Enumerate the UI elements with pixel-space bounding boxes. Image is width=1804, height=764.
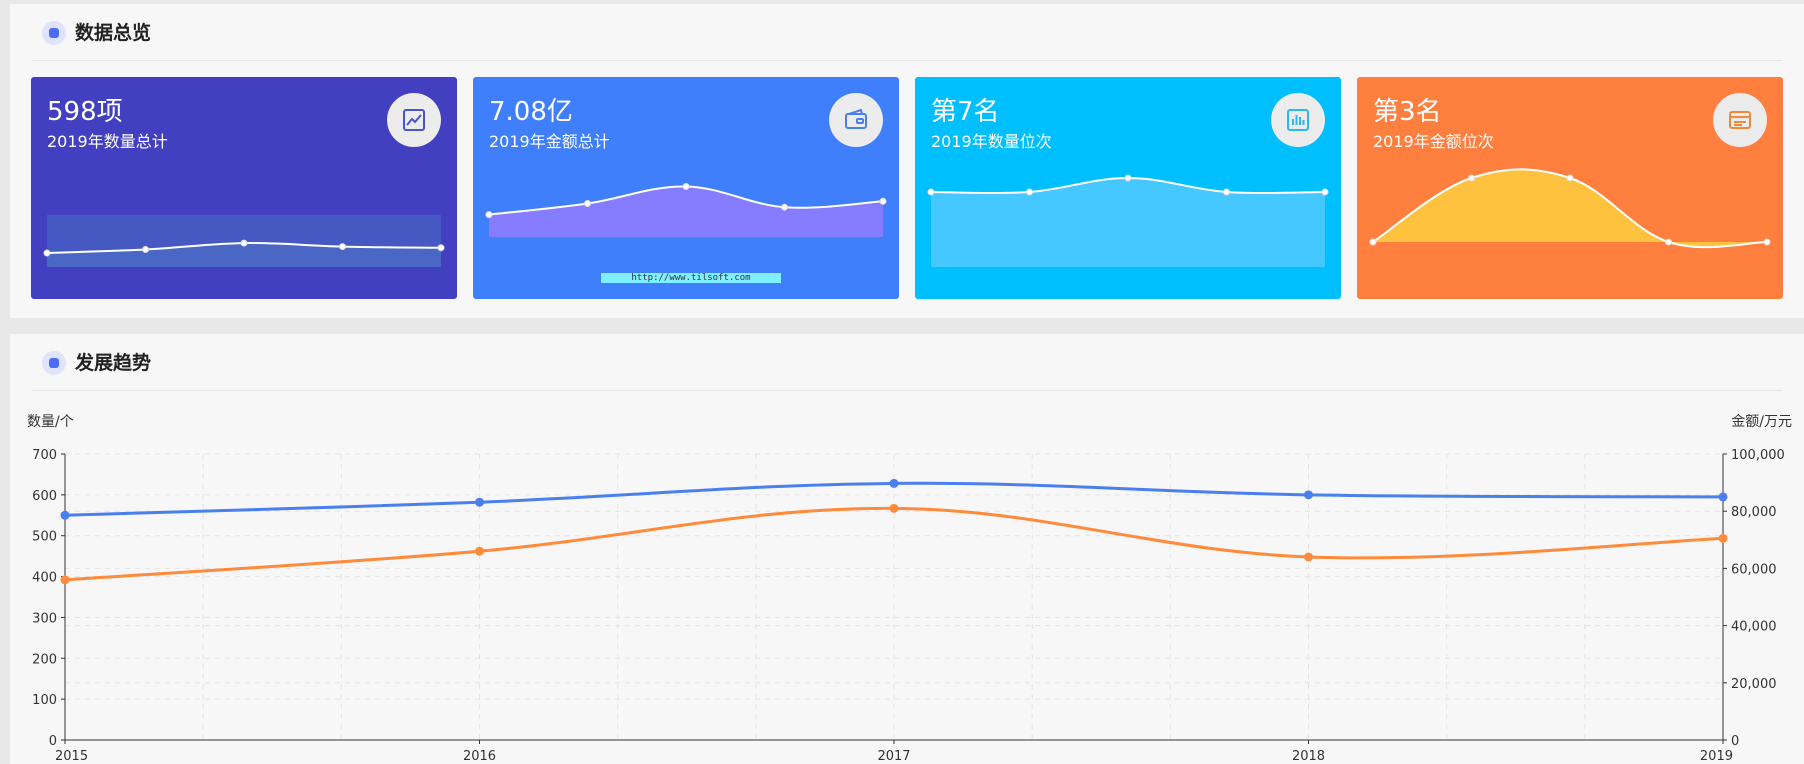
series-1-point <box>475 546 484 556</box>
sparkline-point <box>1566 174 1574 182</box>
panel-title: 数据总览 <box>75 22 152 44</box>
y-right-tick-label: 100,000 <box>1731 448 1785 463</box>
sparkline-point <box>43 249 51 257</box>
card-subtitle: 2019年金额总计 <box>489 132 610 151</box>
series-0-point <box>60 510 70 520</box>
y-axis-left-label: 数量/个 <box>27 414 74 430</box>
sparkline-area <box>931 178 1325 267</box>
card-value: 第3名 <box>1373 97 1442 127</box>
sparkline-point <box>437 244 445 252</box>
x-tick-label: 2017 <box>877 749 910 764</box>
x-tick-label: 2018 <box>1292 749 1325 764</box>
sparkline-point <box>1763 238 1771 246</box>
sparkline-point <box>781 203 788 211</box>
card-subtitle: 2019年数量位次 <box>931 132 1052 151</box>
card-value: 7.08亿 <box>489 97 573 127</box>
sparkline-point <box>240 239 248 247</box>
y-left-tick-label: 500 <box>32 530 57 545</box>
card-value: 第7名 <box>931 97 1000 127</box>
development-trend-panel: 发展趋势 数量/个 金额/万元 0 100 200 300 400 500 600 700 0 20,… <box>10 334 1804 764</box>
wallet-icon[interactable] <box>829 93 883 147</box>
y-axis-right-label: 金额/万元 <box>1731 414 1792 430</box>
stat-card-quantity-total[interactable]: 598项 2019年数量总计 <box>31 77 457 299</box>
bar-chart-icon[interactable] <box>1271 93 1325 147</box>
sparkline-point <box>1321 188 1329 196</box>
y-left-tick-label: 600 <box>32 489 57 504</box>
series-0-point <box>889 478 899 488</box>
y-right-tick-label: 60,000 <box>1731 562 1777 577</box>
sparkline-point <box>879 197 887 205</box>
y-left-tick-label: 200 <box>32 652 57 667</box>
y-right-tick-label: 40,000 <box>1731 620 1777 635</box>
card-subtitle: 2019年数量总计 <box>47 132 168 151</box>
data-overview-panel: 数据总览 598项 2019年数量总计 7.08亿 2019年金额总计 http… <box>10 4 1804 318</box>
sparkline-point <box>1026 188 1033 196</box>
sparkline-point <box>584 200 591 207</box>
y-right-tick-label: 0 <box>1731 734 1739 749</box>
x-tick-label: 2015 <box>55 749 88 764</box>
card-value: 598项 <box>47 97 123 127</box>
trend-chart-icon[interactable] <box>387 93 441 147</box>
series-0-point <box>475 497 484 507</box>
sparkline-point <box>142 246 149 253</box>
sparkline-point <box>485 211 493 219</box>
series-1-point <box>1718 533 1728 543</box>
watermark-text: http://www.tilsoft.com <box>601 273 781 283</box>
panel-header: 数据总览 <box>32 4 1782 61</box>
card-icon[interactable] <box>1713 93 1767 147</box>
series-0-point <box>1304 490 1313 500</box>
sparkline-point <box>1665 238 1672 246</box>
sparkline-point <box>927 188 935 196</box>
y-left-tick-label: 0 <box>49 734 57 749</box>
series-1-point <box>889 503 899 513</box>
y-right-tick-label: 80,000 <box>1731 505 1777 520</box>
y-left-tick-label: 300 <box>32 611 57 626</box>
y-left-tick-label: 100 <box>32 693 57 708</box>
y-right-tick-label: 20,000 <box>1731 677 1777 692</box>
sparkline-area <box>489 186 883 237</box>
y-left-tick-label: 700 <box>32 448 57 463</box>
stat-card-amount-rank[interactable]: 第3名 2019年金额位次 <box>1357 77 1783 299</box>
trend-line-chart: 数量/个 金额/万元 0 100 200 300 400 500 600 700 0 20,000 40… <box>27 414 1792 764</box>
sparkline-point <box>682 182 690 190</box>
sparkline-point <box>1468 174 1475 182</box>
card-subtitle: 2019年金额位次 <box>1373 132 1494 151</box>
sparkline-point <box>1223 188 1230 196</box>
series-1-point <box>60 575 70 585</box>
x-tick-label: 2016 <box>463 749 496 764</box>
sparkline-point <box>339 243 346 251</box>
stat-card-amount-total[interactable]: 7.08亿 2019年金额总计 http://www.tilsoft.com <box>473 77 899 299</box>
sparkline-point <box>1369 238 1377 246</box>
stat-card-quantity-rank[interactable]: 第7名 2019年数量位次 <box>915 77 1341 299</box>
y-left-tick-label: 400 <box>32 571 57 586</box>
series-1-point <box>1304 552 1313 562</box>
sparkline-point <box>1124 174 1132 182</box>
series-0-point <box>1718 492 1728 502</box>
x-tick-label: 2019 <box>1700 749 1733 764</box>
overview-icon <box>42 21 66 45</box>
